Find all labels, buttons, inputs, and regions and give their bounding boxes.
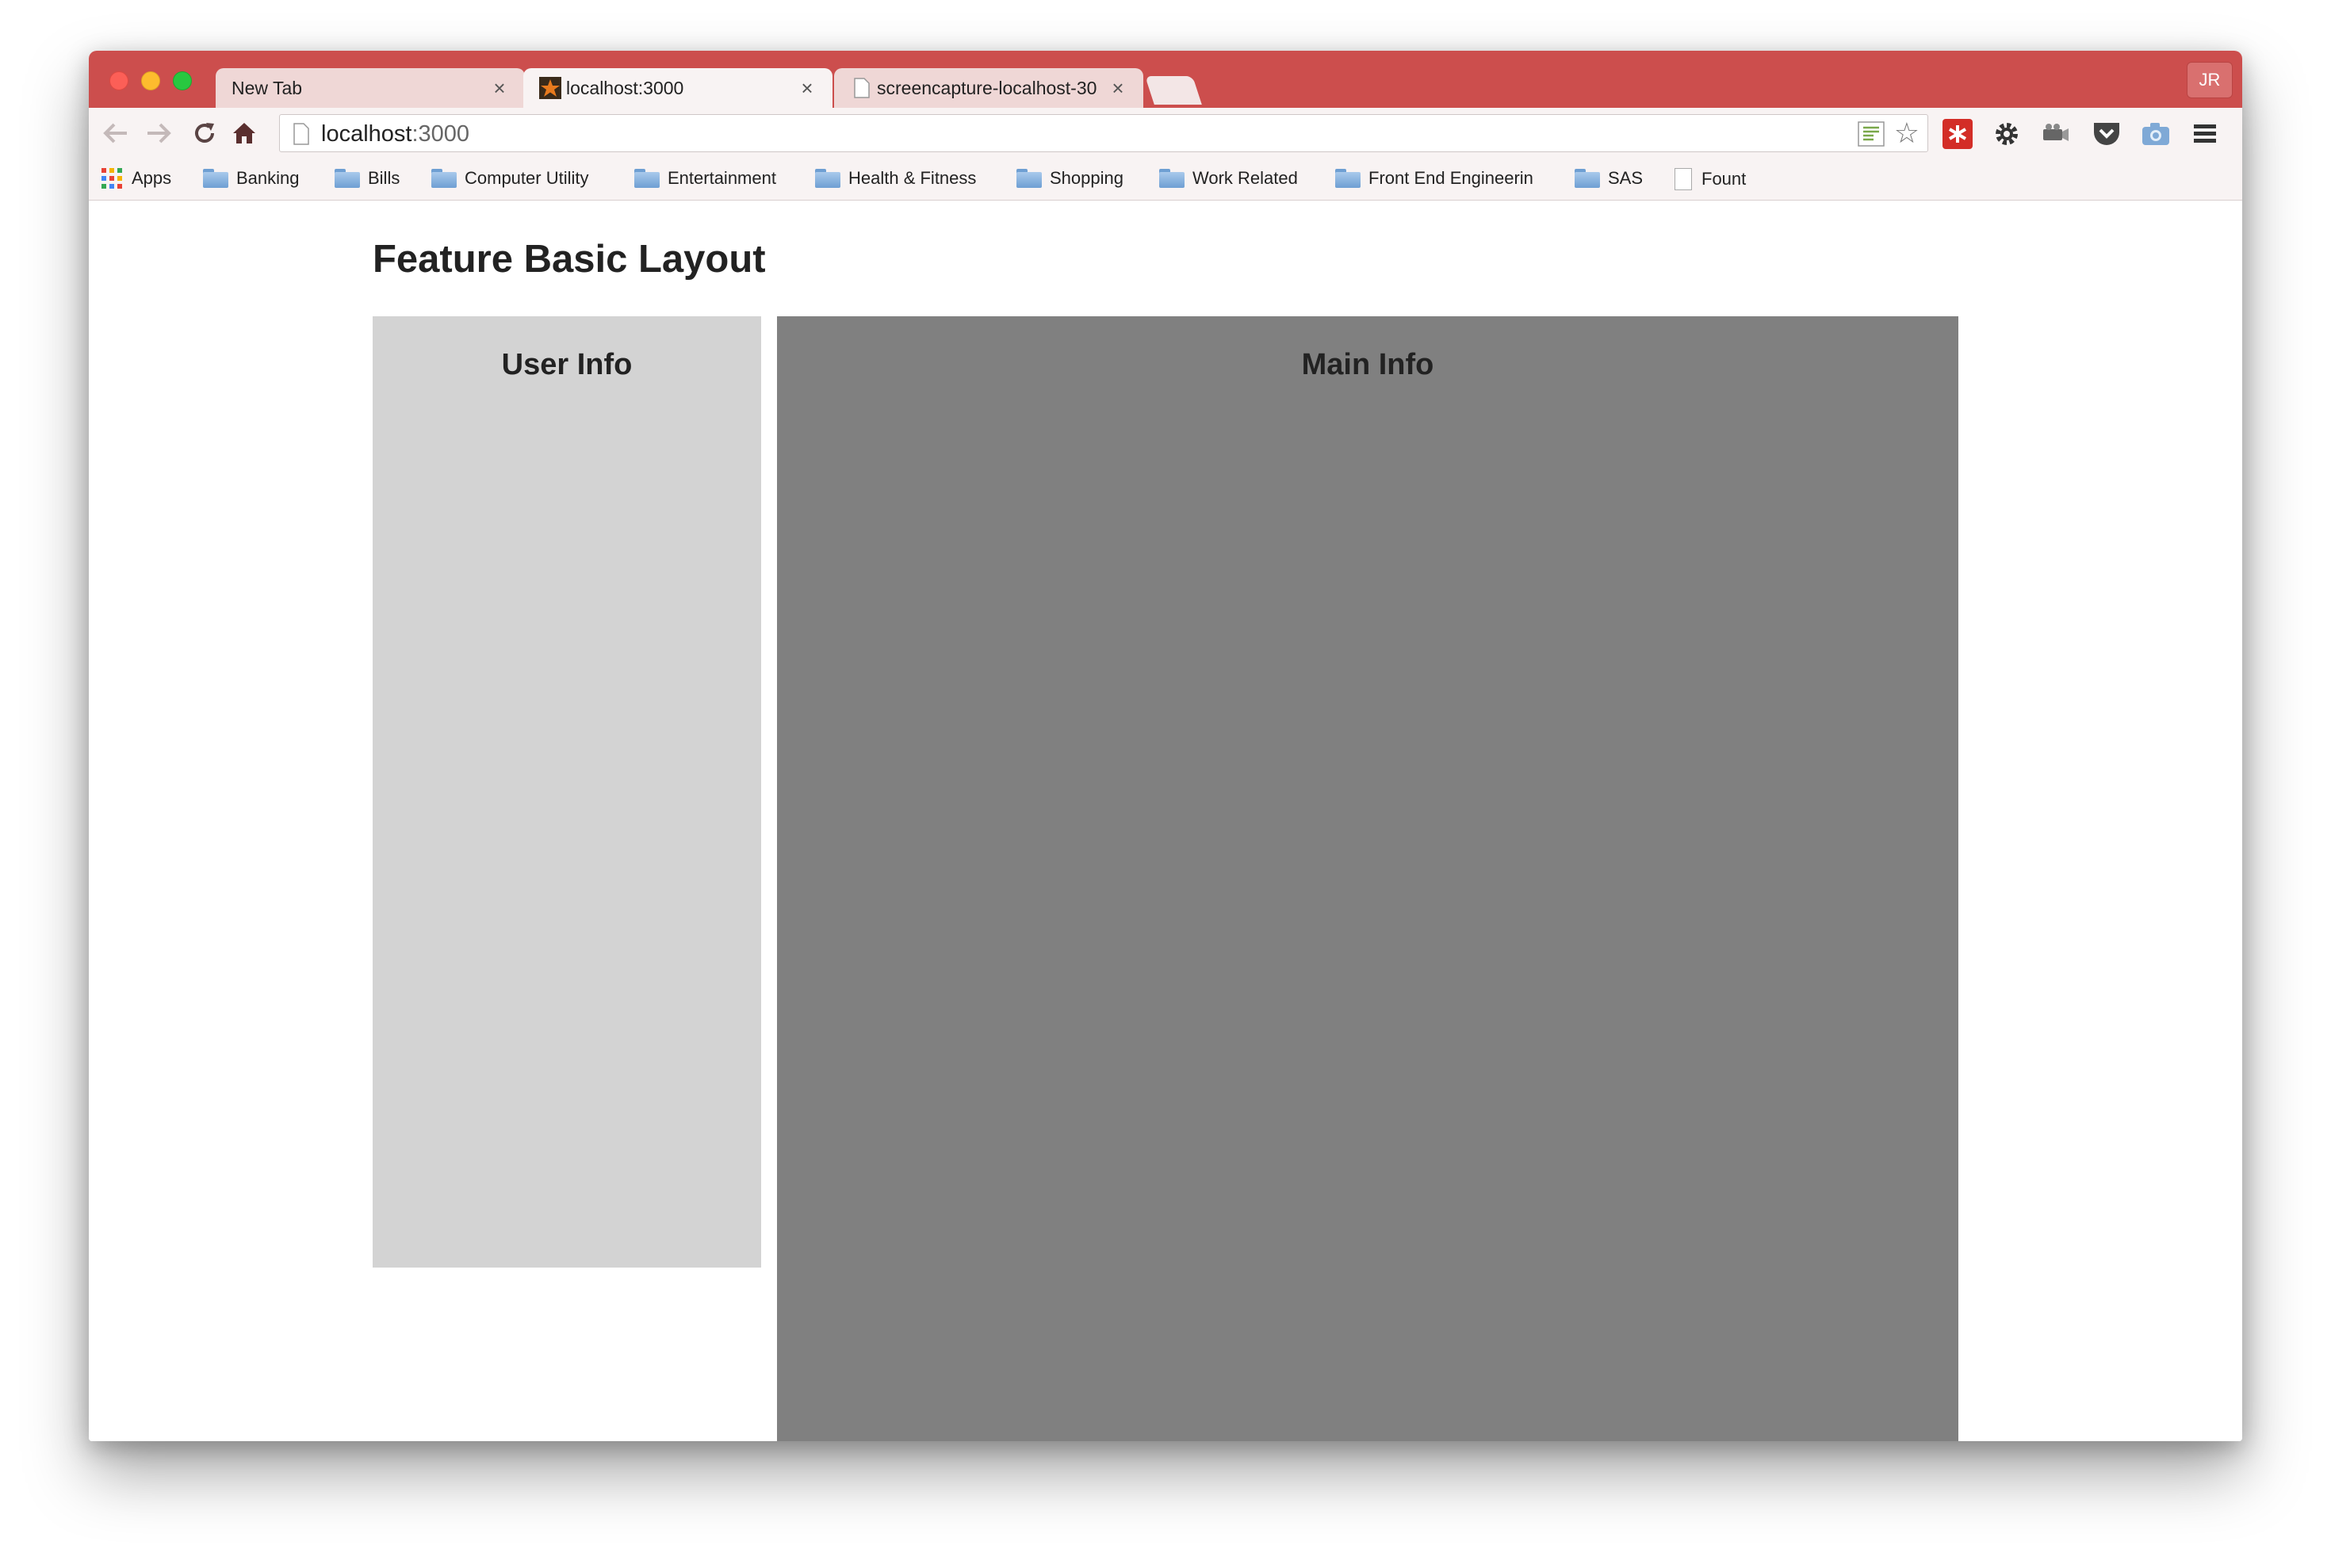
- bookmarks-bar: Apps Banking Bills Computer Utility Ente…: [89, 159, 2242, 201]
- lastpass-extension-icon[interactable]: [1942, 119, 1973, 149]
- tab-close-icon[interactable]: ×: [798, 76, 817, 101]
- bookmark-label: Front End Engineerin: [1368, 168, 1533, 188]
- folder-icon: [1159, 169, 1185, 188]
- bookmark-health-fitness[interactable]: Health & Fitness: [815, 168, 976, 189]
- profile-button[interactable]: JR: [2187, 62, 2233, 98]
- bookmark-apps[interactable]: Apps: [101, 168, 171, 189]
- url-host: localhost: [321, 121, 412, 147]
- main-info-panel: Main Info: [777, 316, 1958, 1441]
- tab-new-tab[interactable]: New Tab ×: [216, 68, 525, 108]
- forward-arrow-icon: [147, 123, 171, 143]
- page-icon: [293, 123, 309, 145]
- folder-icon: [203, 169, 228, 188]
- camera-extension-icon[interactable]: [2041, 119, 2071, 149]
- folder-icon: [815, 169, 840, 188]
- home-button[interactable]: [228, 117, 260, 149]
- main-info-heading: Main Info: [1301, 348, 1434, 381]
- tab-label: localhost:3000: [566, 77, 684, 98]
- screenshot-camera-icon[interactable]: [2141, 119, 2171, 149]
- reload-button[interactable]: [189, 117, 220, 149]
- address-bar[interactable]: localhost:3000 ☆: [279, 114, 1928, 152]
- folder-icon: [335, 169, 360, 188]
- tab-close-icon[interactable]: ×: [490, 76, 509, 101]
- new-tab-button[interactable]: [1145, 76, 1202, 105]
- back-arrow-icon: [103, 123, 127, 143]
- browser-titlebar: New Tab × localhost:3000 × screencapture…: [89, 51, 2242, 108]
- url-text: localhost:3000: [321, 121, 469, 147]
- bookmark-label: Entertainment: [668, 168, 776, 188]
- minimize-window-button[interactable]: [141, 71, 160, 90]
- bookmark-entertainment[interactable]: Entertainment: [634, 168, 776, 189]
- reload-icon: [195, 123, 214, 143]
- folder-icon: [1575, 169, 1600, 188]
- bookmark-front-end-engineering[interactable]: Front End Engineerin: [1335, 168, 1533, 189]
- bookmark-work-related[interactable]: Work Related: [1159, 168, 1298, 189]
- tab-screencapture[interactable]: screencapture-localhost-30 ×: [834, 68, 1143, 108]
- desktop: New Tab × localhost:3000 × screencapture…: [0, 0, 2331, 1568]
- tab-localhost[interactable]: localhost:3000 ×: [523, 68, 832, 108]
- bookmark-label: Shopping: [1050, 168, 1123, 188]
- bookmark-label: Bills: [368, 168, 400, 188]
- page-icon: [1675, 168, 1692, 190]
- pocket-extension-icon[interactable]: [2092, 119, 2122, 149]
- back-button[interactable]: [100, 117, 132, 149]
- browser-window: New Tab × localhost:3000 × screencapture…: [89, 51, 2242, 1441]
- folder-icon: [1016, 169, 1042, 188]
- user-info-heading: User Info: [501, 348, 633, 381]
- bookmark-bills[interactable]: Bills: [335, 168, 400, 189]
- bookmark-sas[interactable]: SAS: [1575, 168, 1643, 189]
- chrome-menu-icon[interactable]: [2190, 119, 2220, 149]
- page-favicon-icon: [854, 78, 870, 98]
- tab-close-icon[interactable]: ×: [1108, 76, 1127, 101]
- home-icon: [233, 123, 255, 143]
- bookmark-shopping[interactable]: Shopping: [1016, 168, 1123, 189]
- bookmark-banking[interactable]: Banking: [203, 168, 300, 189]
- tab-label: New Tab: [232, 77, 303, 98]
- feed-reader-icon[interactable]: [1858, 121, 1885, 147]
- bookmark-label: Banking: [236, 168, 300, 188]
- page-content: Feature Basic Layout User Info Main Info: [89, 201, 2242, 1441]
- bookmark-label: SAS: [1608, 168, 1644, 188]
- tab-label: screencapture-localhost-30: [877, 77, 1097, 98]
- bookmark-computer-utility[interactable]: Computer Utility: [431, 168, 588, 189]
- bookmark-label: Apps: [132, 168, 172, 188]
- bookmark-label: Work Related: [1192, 168, 1298, 188]
- forward-button[interactable]: [143, 117, 174, 149]
- bookmark-label: Fount: [1701, 169, 1747, 189]
- page-title: Feature Basic Layout: [373, 238, 766, 281]
- star-favicon-icon: [539, 77, 561, 99]
- user-info-panel: User Info: [373, 316, 761, 1268]
- folder-icon: [431, 169, 457, 188]
- apps-grid-icon: [101, 168, 122, 189]
- folder-icon: [1335, 169, 1361, 188]
- bookmark-label: Health & Fitness: [848, 168, 977, 188]
- browser-toolbar: localhost:3000 ☆: [89, 108, 2242, 159]
- bookmark-star-icon[interactable]: ☆: [1894, 118, 1920, 148]
- url-port: :3000: [411, 121, 470, 147]
- settings-gear-icon[interactable]: [1992, 119, 2022, 149]
- close-window-button[interactable]: [109, 71, 128, 90]
- folder-icon: [634, 169, 660, 188]
- bookmark-fount[interactable]: Fount: [1675, 168, 1746, 190]
- bookmark-label: Computer Utility: [465, 168, 589, 188]
- zoom-window-button[interactable]: [173, 71, 192, 90]
